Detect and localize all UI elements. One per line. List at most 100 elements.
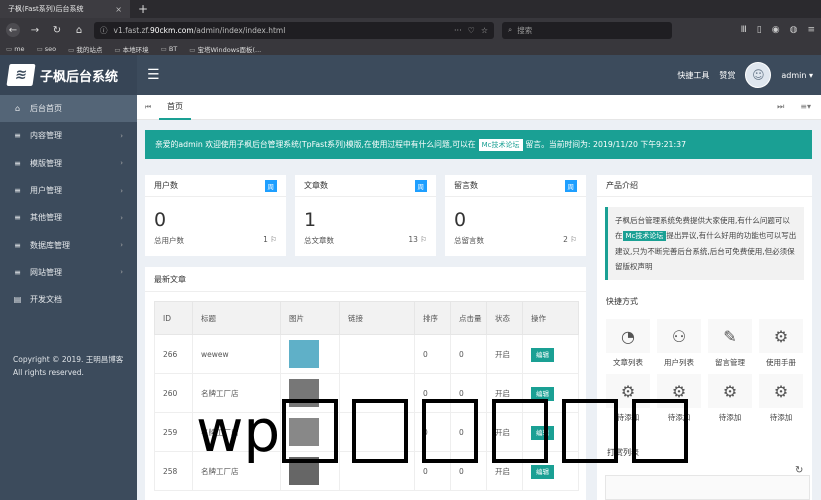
stat-footer-count: 1 ⚐ [263,235,277,246]
forum-link[interactable]: Mc技术论坛 [622,231,667,241]
logo-text: 子枫后台系统 [40,69,119,85]
gauge-icon: ◔ [606,319,650,353]
sidebar: ⌂ 后台首页 ≡ 内容管理 › ≡ 模版管理 › ≡ 用户管理 › ≡ 其他管理… [0,95,137,500]
like-link[interactable]: 赞赏 [719,70,735,81]
quick-tools-link[interactable]: 快捷工具 [677,70,709,81]
status-badge: 周 [264,179,277,192]
column-header: 操作 [522,301,579,335]
browser-tabbar: 子枫(Fast系列)后台系统 × + [0,0,821,18]
reload-icon[interactable]: ↻ [50,23,64,37]
copyright-line: Copyright © 2019. 王明昌博客 [13,355,124,364]
sidebar-item-docs[interactable]: ▤ 开发文档 [0,286,137,313]
edit-button[interactable]: 编辑 [531,348,554,362]
sidebar-icon[interactable]: ▯ [757,25,762,35]
search-placeholder: 搜索 [517,25,533,35]
menu-icon[interactable]: ≡ [807,25,815,35]
stat-value: 0 [454,209,467,231]
bookmark-item[interactable]: 本地环境 [114,44,149,54]
stat-card-header: 文章数 周 [295,175,436,197]
bookmark-star-icon[interactable]: ☆ [481,26,488,35]
browser-toolbar-icons: Ⅲ ▯ ◉ ◍ ≡ [741,25,815,35]
panel-title: 产品介绍 [597,175,812,197]
app-logo[interactable]: ≋ 子枫后台系统 [0,55,137,95]
sidebar-item-database[interactable]: ≡ 数据库管理 › [0,231,137,258]
tab-options-icon[interactable]: ≡▾ [800,102,811,112]
sidebar-item-templates[interactable]: ≡ 模版管理 › [0,150,137,177]
forum-link[interactable]: Mc技术论坛 [478,138,523,151]
stat-footer-label: 总用户数 [154,236,184,245]
sidebar-item-dashboard[interactable]: ⌂ 后台首页 [0,95,137,123]
quick-link-placeholder[interactable]: ⚙ 待添加 [708,374,752,423]
page-tabstrip: ⏮ 首页 ⏭ ≡▾ [137,95,821,120]
hamburger-icon[interactable]: ☰ [147,67,160,83]
page-actions-icon[interactable]: ··· [454,26,462,35]
library-icon[interactable]: Ⅲ [741,25,747,35]
chevron-right-icon: › [120,268,123,277]
stat-count: 1 [263,235,268,244]
stat-footer-label: 总留言数 [454,236,484,245]
browser-tab[interactable]: 子枫(Fast系列)后台系统 × [0,0,130,18]
stat-footer-count: 2 ⚐ [563,235,577,246]
stat-card-messages: 留言数 周 0 总留言数 2 ⚐ [445,175,586,256]
cell-clicks: 0 [450,334,487,374]
quick-link-articles[interactable]: ◔ 文章列表 [606,319,650,368]
info-icon[interactable]: ⓘ [100,25,108,36]
stat-card-footer: 总文章数 13 ⚐ [295,235,436,246]
edit-button[interactable]: 编辑 [531,465,554,479]
edit-icon: ✎ [708,319,752,353]
url-actions: ··· ♡ ☆ [454,26,488,35]
browser-chrome: 子枫(Fast系列)后台系统 × + ← → ↻ ⌂ ⓘ v1.fast.zf.… [0,0,821,55]
bookmark-item[interactable]: BT [161,45,177,53]
column-header: 点击量 [450,301,487,335]
column-header: 排序 [414,301,451,335]
stat-card-header: 用户数 周 [145,175,286,197]
panel-title: 最新文章 [145,267,586,292]
stat-card-footer: 总留言数 2 ⚐ [445,235,586,246]
url-bar[interactable]: ⓘ v1.fast.zf.90ckm.com/admin/index/index… [94,21,494,39]
user-menu[interactable]: admin ▾ [781,71,813,80]
forward-icon[interactable]: → [28,23,42,37]
quick-link-label: 使用手册 [766,358,796,367]
quick-link-manual[interactable]: ⚙ 使用手册 [759,319,803,368]
home-icon: ⌂ [14,104,21,114]
column-header: 链接 [339,301,415,335]
browser-search-input[interactable]: ⌕ 搜索 [502,21,672,39]
home-icon[interactable]: ⌂ [72,23,86,37]
quick-link-messages[interactable]: ✎ 留言管理 [708,319,752,368]
missing-glyph-box [282,399,339,463]
bookmark-item[interactable]: me [6,45,24,53]
sidebar-item-users[interactable]: ≡ 用户管理 › [0,177,137,204]
quick-link-users[interactable]: ⚇ 用户列表 [657,319,701,368]
tab-home[interactable]: 首页 [159,95,191,120]
pocket-icon[interactable]: ♡ [468,26,475,35]
sidebar-item-content[interactable]: ≡ 内容管理 › [0,122,137,149]
close-tab-icon[interactable]: × [115,5,122,14]
missing-glyph-box [562,399,619,463]
sidebar-item-label: 用户管理 [30,186,62,196]
bookmarks-bar: me seo 我的站点 本地环境 BT 宝塔Windows面板(... [0,42,821,55]
bookmark-item[interactable]: 我的站点 [68,44,102,54]
gear-icon: ⚙ [759,374,803,408]
cell-id: 258 [154,451,193,491]
overlay-word: wp [196,397,281,465]
quick-link-placeholder[interactable]: ⚙ 待添加 [759,374,803,423]
tab-next-icon[interactable]: ⏭ [777,102,784,112]
extension-icon[interactable]: ◉ [772,25,780,35]
stat-card-articles: 文章数 周 1 总文章数 13 ⚐ [295,175,436,256]
cell-status: 开启 [486,334,523,374]
new-tab-button[interactable]: + [138,2,148,16]
sidebar-item-other[interactable]: ≡ 其他管理 › [0,204,137,231]
avatar[interactable]: ☺ [745,62,772,88]
sidebar-item-website[interactable]: ≡ 网站管理 › [0,259,137,286]
quick-link-label: 用户列表 [664,358,694,367]
gear-icon: ⚙ [708,374,752,408]
missing-glyph-box [492,399,549,463]
cell-title: wewew [192,334,281,374]
bookmark-item[interactable]: seo [37,45,56,53]
tab-prev-icon[interactable]: ⏮ [137,103,159,112]
chevron-right-icon: › [120,213,123,222]
extension2-icon[interactable]: ◍ [790,25,798,35]
back-icon[interactable]: ← [6,23,20,37]
sidebar-item-label: 后台首页 [30,104,62,114]
bookmark-item[interactable]: 宝塔Windows面板(... [189,44,261,54]
